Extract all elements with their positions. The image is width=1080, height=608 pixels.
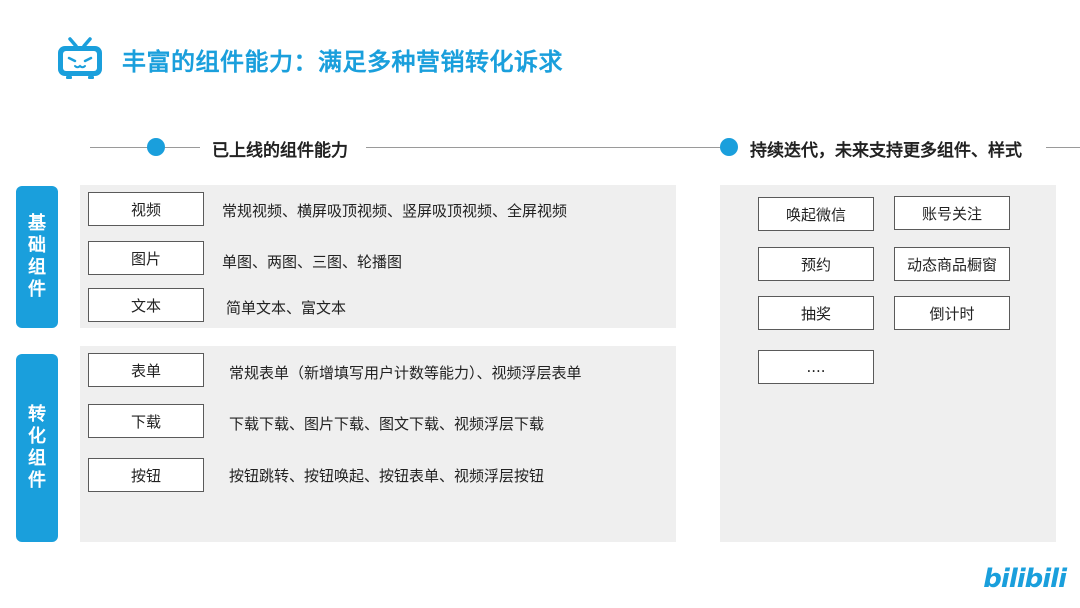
- component-box-form: 表单: [88, 353, 204, 387]
- future-item-showcase: 动态商品橱窗: [894, 247, 1010, 281]
- timeline-label-live: 已上线的组件能力: [212, 141, 348, 161]
- component-box-text: 文本: [88, 288, 204, 322]
- future-item-more: ....: [758, 350, 874, 384]
- bilibili-logo: bilibili: [983, 564, 1067, 594]
- timeline-line-middle: [366, 147, 720, 148]
- conversion-components-tab: 转 化 组 件: [16, 354, 58, 542]
- tab-char: 础: [28, 235, 46, 256]
- future-item-countdown: 倒计时: [894, 296, 1010, 330]
- basic-components-tab: 基 础 组 件: [16, 186, 58, 328]
- timeline-line-right: [1046, 147, 1080, 148]
- component-desc-form: 常规表单（新增填写用户计数等能力）、视频浮层表单: [229, 364, 582, 382]
- page-title: 丰富的组件能力：满足多种营销转化诉求: [122, 48, 563, 76]
- timeline-dot-right: [720, 138, 738, 156]
- future-item-reserve: 预约: [758, 247, 874, 281]
- timeline-label-future: 持续迭代，未来支持更多组件、样式: [750, 141, 1022, 161]
- component-box-download: 下载: [88, 404, 204, 438]
- tab-char: 化: [28, 426, 46, 447]
- tab-char: 组: [28, 448, 46, 469]
- tv-logo-icon: [58, 37, 102, 79]
- tab-char: 转: [28, 404, 46, 425]
- component-desc-text: 简单文本、富文本: [226, 299, 347, 317]
- component-desc-image: 单图、两图、三图、轮播图: [222, 253, 403, 271]
- component-desc-download: 下载下载、图片下载、图文下载、视频浮层下载: [229, 415, 545, 433]
- tab-char: 件: [28, 470, 46, 491]
- future-item-wechat: 唤起微信: [758, 197, 874, 231]
- tab-char: 件: [28, 279, 46, 300]
- component-box-button: 按钮: [88, 458, 204, 492]
- future-item-lottery: 抽奖: [758, 296, 874, 330]
- component-desc-button: 按钮跳转、按钮唤起、按钮表单、视频浮层按钮: [229, 467, 545, 485]
- component-box-image: 图片: [88, 241, 204, 275]
- future-item-follow: 账号关注: [894, 196, 1010, 230]
- component-desc-video: 常规视频、横屏吸顶视频、竖屏吸顶视频、全屏视频: [222, 202, 568, 220]
- timeline-dot-left: [147, 138, 165, 156]
- timeline-line-left: [90, 147, 200, 148]
- tab-char: 组: [28, 257, 46, 278]
- component-box-video: 视频: [88, 192, 204, 226]
- tab-char: 基: [28, 213, 46, 234]
